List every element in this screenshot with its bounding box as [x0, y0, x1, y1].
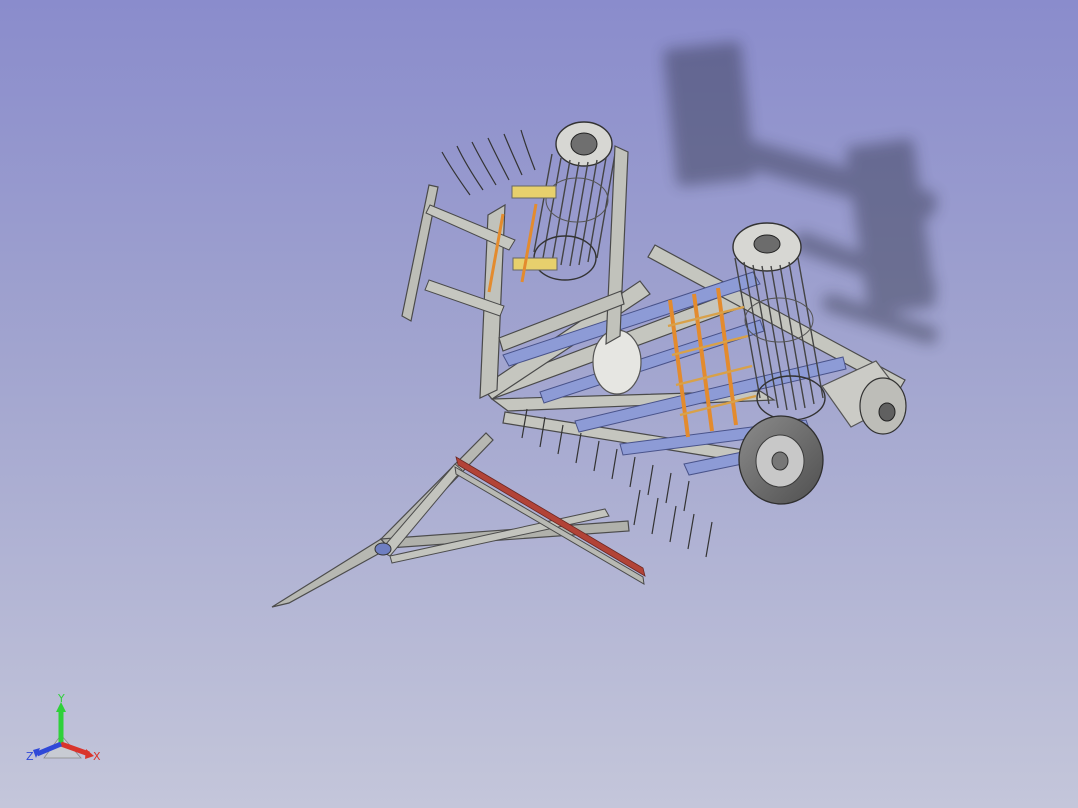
front-cage-roller[interactable] — [533, 121, 616, 281]
x-axis-label: X — [93, 750, 101, 763]
cad-scene[interactable] — [0, 0, 1078, 808]
axis-triad[interactable]: Y X Z — [24, 690, 114, 770]
red-accent-strip — [454, 456, 646, 585]
drawbar[interactable] — [271, 432, 630, 608]
z-axis-label: Z — [26, 750, 34, 763]
y-axis-label: Y — [57, 692, 65, 705]
cad-viewport[interactable]: Y X Z — [0, 0, 1078, 808]
transport-wheel[interactable] — [738, 415, 824, 505]
